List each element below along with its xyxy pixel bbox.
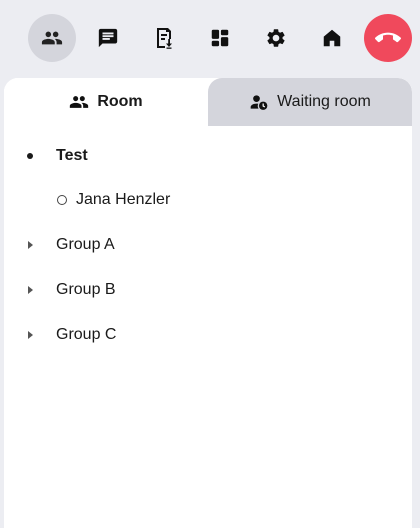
file-download-icon (157, 28, 172, 49)
tree-item-group-c[interactable]: Group C (4, 320, 412, 350)
tab-room[interactable]: Room (4, 78, 208, 126)
participants-button[interactable] (28, 14, 76, 62)
home-icon (323, 29, 341, 47)
chat-button[interactable] (84, 14, 132, 62)
tree-item-participant[interactable]: Jana Henzler (4, 185, 412, 215)
caret-right-icon[interactable] (28, 331, 33, 339)
caret-right-icon[interactable] (28, 241, 33, 249)
tab-waiting-room-label: Waiting room (277, 93, 371, 110)
hang-up-button[interactable] (364, 14, 412, 62)
group-name: Group A (56, 236, 115, 253)
participants-icon (70, 96, 89, 108)
file-download-button[interactable] (140, 14, 188, 62)
tree-item-group-a[interactable]: Group A (4, 230, 412, 260)
dashboard-icon (211, 29, 229, 47)
home-button[interactable] (308, 14, 356, 62)
participants-panel: Room Waiting room Test Jana Henzler Grou… (4, 78, 412, 528)
tab-room-label: Room (97, 93, 143, 110)
dashboard-button[interactable] (196, 14, 244, 62)
waiting-room-icon (250, 95, 268, 110)
caret-right-icon[interactable] (28, 286, 33, 294)
group-name: Group C (56, 326, 117, 343)
status-circle-icon (57, 195, 67, 205)
participants-icon (41, 31, 63, 45)
tree-item-group-b[interactable]: Group B (4, 275, 412, 305)
toolbar (0, 0, 420, 76)
settings-button[interactable] (252, 14, 300, 62)
group-name: Group B (56, 281, 116, 298)
room-name: Test (56, 147, 88, 164)
participant-name: Jana Henzler (76, 191, 171, 208)
tab-waiting-room[interactable]: Waiting room (208, 78, 412, 126)
bullet-icon (27, 153, 33, 159)
hang-up-icon (375, 32, 401, 43)
gear-icon (267, 29, 285, 47)
tree-item-room[interactable]: Test (4, 141, 412, 171)
tab-bar: Room Waiting room (4, 78, 412, 126)
chat-icon (98, 28, 118, 48)
